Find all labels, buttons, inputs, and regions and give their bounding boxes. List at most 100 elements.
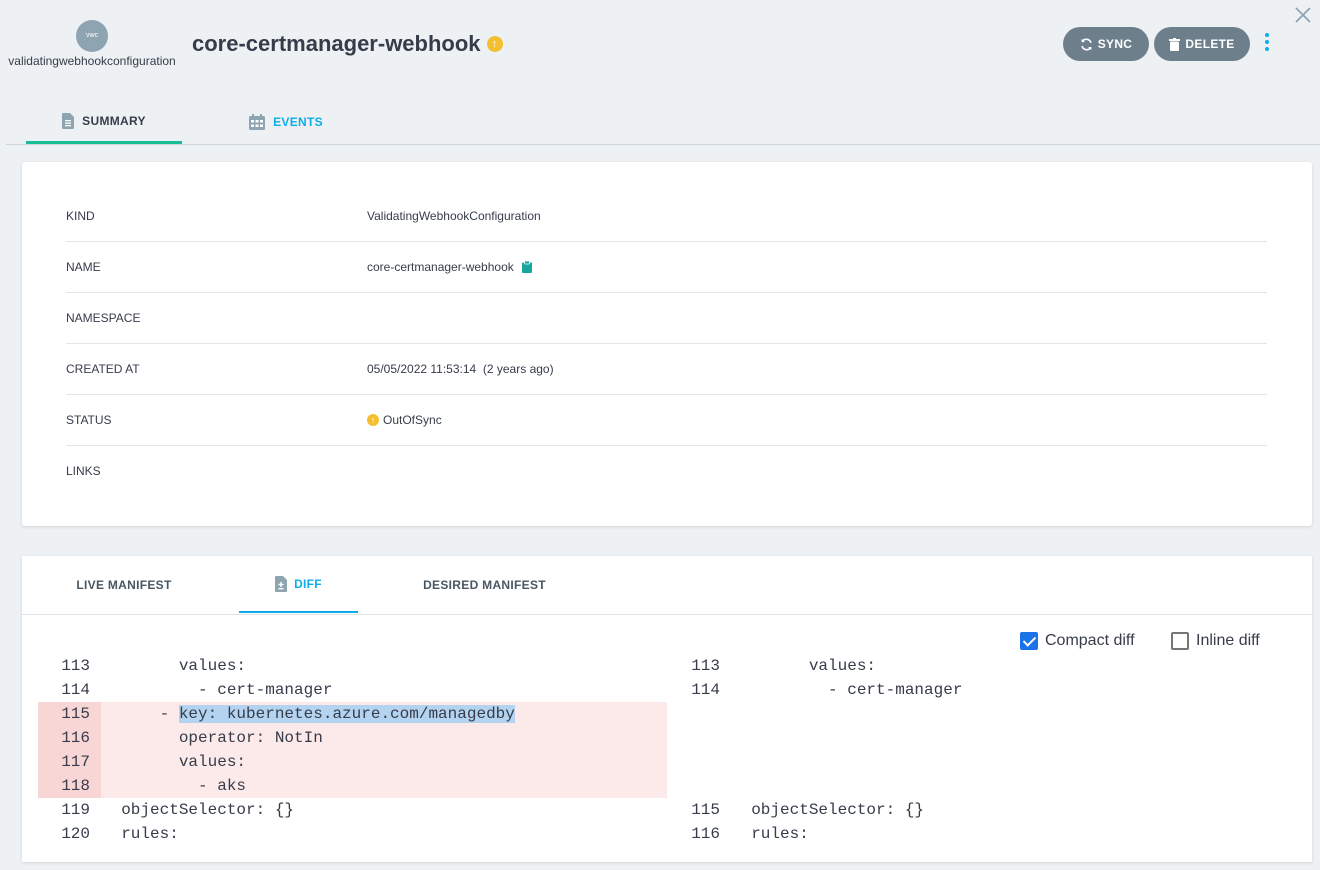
summary-row-links: LINKS	[66, 445, 1267, 496]
page-title: core-certmanager-webhook	[192, 31, 481, 56]
name-value: core-certmanager-webhook	[367, 259, 514, 274]
tab-desired-manifest[interactable]: DESIRED MANIFEST	[412, 556, 557, 613]
tab-events[interactable]: EVENTS	[236, 100, 336, 143]
clipboard-icon[interactable]	[521, 260, 532, 273]
summary-row-name: NAME core-certmanager-webhook	[66, 241, 1267, 293]
checkbox-checked-icon[interactable]	[1020, 632, 1038, 650]
sync-label: SYNC	[1097, 37, 1133, 51]
summary-row-status: STATUS ↑ OutOfSync	[66, 394, 1267, 446]
delete-label: DELETE	[1185, 37, 1235, 51]
row-value: ValidatingWebhookConfiguration	[367, 209, 541, 223]
checkbox-unchecked-icon[interactable]	[1171, 632, 1189, 650]
kind-label: validatingwebhookconfiguration	[8, 54, 176, 68]
file-diff-icon	[275, 575, 288, 592]
row-label: KIND	[66, 208, 95, 223]
tab-summary-label: SUMMARY	[82, 113, 146, 128]
diff-line: 116 rules:	[668, 822, 1298, 846]
line-number: 114	[691, 681, 720, 699]
diff-left-pane: 113 values: 114 - cert-manager 115 - key…	[38, 654, 667, 846]
line-text: rules:	[102, 825, 179, 843]
line-number: 117	[61, 753, 90, 771]
row-label: NAME	[66, 259, 101, 274]
line-number: 115	[61, 705, 90, 723]
diff-line-removed: 116 operator: NotIn	[38, 726, 667, 750]
created-at-value: 05/05/2022 11:53:14 (2 years ago)	[367, 361, 554, 376]
tab-events-label: EVENTS	[273, 114, 323, 129]
resource-tabs: SUMMARY EVENTS	[6, 100, 1320, 145]
line-text: values:	[732, 657, 877, 675]
inline-diff-label: Inline diff	[1196, 632, 1260, 649]
line-text: - cert-manager	[732, 681, 963, 699]
line-text: operator: NotIn	[102, 729, 323, 747]
delete-button[interactable]: DELETE	[1154, 27, 1250, 61]
row-label: STATUS	[66, 412, 112, 427]
line-number: 120	[61, 825, 90, 843]
selected-text: key: kubernetes.azure.com/managedby	[178, 705, 515, 723]
line-number: 114	[61, 681, 90, 699]
line-text-with-selection: - key: kubernetes.azure.com/managedby	[102, 705, 515, 723]
summary-row-kind: KIND ValidatingWebhookConfiguration	[66, 190, 1267, 242]
manifest-tabs: LIVE MANIFEST DIFF DESIRED MANIFEST	[22, 556, 1312, 615]
diff-line-empty	[668, 774, 1298, 798]
diff-line-empty	[668, 750, 1298, 774]
document-icon	[62, 112, 75, 129]
summary-card: KIND ValidatingWebhookConfiguration NAME…	[22, 162, 1312, 526]
row-value: 05/05/2022 11:53:14 (2 years ago)	[367, 362, 554, 376]
row-label: CREATED AT	[66, 361, 140, 376]
line-prefix: -	[102, 705, 179, 723]
tab-live-manifest-label: LIVE MANIFEST	[76, 577, 172, 592]
line-text: - aks	[102, 777, 247, 795]
line-number: 115	[691, 801, 720, 819]
kind-icon: vwc	[76, 20, 108, 52]
calendar-icon	[249, 113, 266, 130]
line-number: 116	[61, 729, 90, 747]
diff-line-removed: 117 values:	[38, 750, 667, 774]
line-number: 119	[61, 801, 90, 819]
row-label: LINKS	[66, 463, 101, 478]
line-text: values:	[102, 657, 247, 675]
tab-summary[interactable]: SUMMARY	[26, 100, 182, 144]
diff-line: 114 - cert-manager	[668, 678, 1298, 702]
resource-kind-badge: vwc validatingwebhookconfiguration	[4, 20, 180, 68]
compact-diff-checkbox[interactable]: Compact diff	[1020, 632, 1135, 650]
out-of-sync-icon: ↑	[486, 36, 503, 52]
sync-button[interactable]: SYNC	[1063, 27, 1149, 61]
trash-icon	[1169, 37, 1181, 51]
refresh-icon	[1080, 38, 1092, 50]
diff-right-pane: 113 values: 114 - cert-manager 115 objec…	[668, 654, 1298, 846]
line-text: values:	[102, 753, 247, 771]
row-value: ↑ OutOfSync	[367, 413, 442, 427]
diff-line: 114 - cert-manager	[38, 678, 667, 702]
diff-line-empty	[668, 702, 1298, 726]
diff-line: 113 values:	[668, 654, 1298, 678]
line-number: 113	[691, 657, 720, 675]
diff-line: 113 values:	[38, 654, 667, 678]
resource-title-wrap: core-certmanager-webhook ↑	[192, 31, 503, 57]
tab-live-manifest[interactable]: LIVE MANIFEST	[62, 556, 186, 613]
row-label: NAMESPACE	[66, 310, 141, 325]
row-value: core-certmanager-webhook	[367, 260, 532, 274]
diff-line: 115 objectSelector: {}	[668, 798, 1298, 822]
summary-row-created-at: CREATED AT 05/05/2022 11:53:14 (2 years …	[66, 343, 1267, 395]
more-options-icon[interactable]	[1262, 33, 1272, 53]
tab-desired-manifest-label: DESIRED MANIFEST	[423, 577, 546, 592]
status-value: OutOfSync	[383, 412, 442, 427]
line-text: rules:	[732, 825, 809, 843]
line-number: 113	[61, 657, 90, 675]
inline-diff-checkbox[interactable]: Inline diff	[1171, 632, 1260, 650]
diff-line: 120 rules:	[38, 822, 667, 846]
tab-diff[interactable]: DIFF	[239, 556, 358, 613]
line-text: objectSelector: {}	[732, 801, 925, 819]
diff-line-empty	[668, 726, 1298, 750]
diff-line-removed: 118 - aks	[38, 774, 667, 798]
line-number: 118	[61, 777, 90, 795]
line-text: - cert-manager	[102, 681, 333, 699]
close-icon[interactable]	[1293, 5, 1313, 25]
compact-diff-label: Compact diff	[1045, 632, 1135, 649]
out-of-sync-icon: ↑	[367, 413, 379, 426]
diff-line-removed: 115 - key: kubernetes.azure.com/managedb…	[38, 702, 667, 726]
tab-diff-label: DIFF	[294, 576, 322, 591]
diff-line: 119 objectSelector: {}	[38, 798, 667, 822]
line-number: 116	[691, 825, 720, 843]
line-text: - key: kubernetes.azure.com/managedby	[102, 702, 515, 726]
